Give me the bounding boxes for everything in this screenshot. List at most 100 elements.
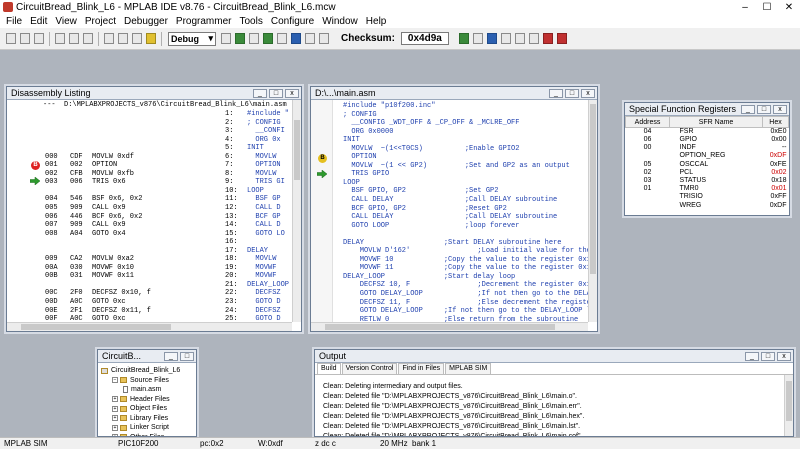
tab-version-control[interactable]: Version Control — [341, 363, 398, 374]
project-tree-item[interactable]: − Source Files — [101, 376, 194, 386]
menu-item-programmer[interactable]: Programmer — [172, 16, 236, 27]
vertical-scrollbar[interactable] — [784, 375, 793, 436]
expand-icon[interactable]: + — [112, 405, 118, 412]
source-line: OPTION — [343, 153, 377, 162]
sfr-row[interactable]: OPTION_REG 0xDF — [626, 152, 789, 160]
sfr-address: 06 — [643, 136, 652, 144]
sfr-row[interactable]: TRISIO 0xFF — [626, 193, 789, 201]
find-in-files-icon[interactable] — [132, 33, 142, 44]
sfr-row[interactable]: 04 FSR 0xE0 — [626, 128, 789, 137]
sfr-row[interactable]: 03 STATUS 0x18 — [626, 177, 789, 185]
paste-icon[interactable] — [83, 33, 93, 44]
minimize-button[interactable]: _ — [549, 88, 563, 98]
bookmark-icon[interactable]: B — [318, 154, 327, 163]
open-file-icon[interactable] — [20, 33, 30, 44]
expand-icon[interactable]: + — [112, 396, 118, 403]
expand-icon[interactable]: + — [112, 415, 118, 422]
build-all-icon[interactable] — [235, 33, 245, 44]
build-configuration-select[interactable]: Debug ▾ — [168, 31, 216, 46]
find-icon[interactable] — [118, 33, 128, 44]
column-header[interactable]: Address — [625, 116, 670, 128]
tab-find-in-files[interactable]: Find in Files — [398, 363, 445, 374]
sfr-row[interactable]: 00 INDF -- — [626, 144, 789, 152]
project-tree-item[interactable]: CircuitBread_Blink_L6 — [101, 366, 194, 376]
vertical-scrollbar[interactable] — [292, 100, 301, 322]
sfr-row[interactable]: 01 TMR0 0x01 — [626, 185, 789, 193]
menu-item-help[interactable]: Help — [362, 16, 391, 27]
chevron-down-icon: ▾ — [208, 33, 213, 43]
cut-icon[interactable] — [55, 33, 65, 44]
breakpoint-icon[interactable] — [556, 33, 567, 44]
disasm-line-number: 18: — [225, 255, 238, 264]
new-file-icon[interactable] — [6, 33, 16, 44]
project-tree-item[interactable]: main.asm — [101, 385, 194, 395]
project-tree-item[interactable]: + Header Files — [101, 395, 194, 405]
disasm-line-number: 19: — [225, 263, 238, 272]
run-icon[interactable] — [458, 33, 469, 44]
sfr-row[interactable]: 06 GPIO 0x00 — [626, 136, 789, 144]
step-over-icon[interactable] — [514, 33, 525, 44]
project-tree-item[interactable]: + Library Files — [101, 414, 194, 424]
save-icon[interactable] — [34, 33, 44, 44]
close-button[interactable]: x — [777, 351, 791, 361]
step-out-icon[interactable] — [528, 33, 539, 44]
project-tree-item[interactable]: + Other Files — [101, 433, 194, 436]
expand-icon[interactable]: + — [112, 434, 118, 436]
project-save-icon[interactable] — [249, 33, 259, 44]
tab-mplab-sim[interactable]: MPLAB SIM — [445, 363, 492, 374]
maximize-button[interactable]: □ — [757, 104, 771, 114]
dashboard-icon[interactable] — [319, 33, 329, 44]
source-code[interactable]: #include "p10f200.inc"; CONFIG __CONFIG … — [343, 102, 588, 322]
print-icon[interactable] — [104, 33, 114, 44]
halt-icon[interactable] — [472, 33, 483, 44]
expand-icon[interactable]: + — [112, 424, 118, 431]
minimize-button[interactable]: – — [734, 2, 756, 13]
settings-icon[interactable] — [305, 33, 315, 44]
minimize-button[interactable]: _ — [253, 88, 267, 98]
tab-build[interactable]: Build — [317, 363, 341, 374]
project-tree-item[interactable]: + Object Files — [101, 404, 194, 414]
column-header[interactable]: SFR Name — [669, 116, 763, 128]
horizontal-scrollbar[interactable] — [311, 322, 588, 331]
menu-item-file[interactable]: File — [2, 16, 26, 27]
close-button[interactable]: x — [285, 88, 299, 98]
menu-item-debugger[interactable]: Debugger — [120, 16, 172, 27]
maximize-button[interactable]: ☐ — [756, 2, 778, 13]
minimize-button[interactable]: _ — [741, 104, 755, 114]
sfr-row[interactable]: WREG 0xDF — [626, 202, 789, 210]
info-icon[interactable] — [291, 33, 301, 44]
maximize-button[interactable]: □ — [565, 88, 579, 98]
vertical-scrollbar[interactable] — [588, 100, 597, 322]
minimize-button[interactable]: _ — [745, 351, 759, 361]
menu-item-project[interactable]: Project — [81, 16, 120, 27]
project-tree-item[interactable]: + Linker Script — [101, 423, 194, 433]
horizontal-scrollbar[interactable] — [7, 322, 292, 331]
close-button[interactable]: x — [773, 104, 787, 114]
maximize-button[interactable]: □ — [761, 351, 775, 361]
maximize-button[interactable]: □ — [180, 351, 194, 361]
sfr-row[interactable]: 05 OSCCAL 0xFE — [626, 161, 789, 169]
disassembly-row: 00B 031 MOVWF 0x11 20: MOVWF — [7, 272, 292, 281]
project-icon[interactable] — [263, 33, 273, 44]
reset-icon[interactable] — [542, 33, 553, 44]
maximize-button[interactable]: □ — [269, 88, 283, 98]
close-button[interactable]: x — [581, 88, 595, 98]
sfr-row[interactable]: 02 PCL 0x02 — [626, 169, 789, 177]
menu-item-edit[interactable]: Edit — [26, 16, 51, 27]
close-button[interactable]: ✕ — [778, 2, 800, 13]
make-icon[interactable] — [221, 33, 231, 44]
menu-item-tools[interactable]: Tools — [235, 16, 266, 27]
menu-item-view[interactable]: View — [51, 16, 81, 27]
copy-icon[interactable] — [69, 33, 79, 44]
expand-icon[interactable]: − — [112, 377, 118, 384]
minimize-button[interactable]: _ — [164, 351, 178, 361]
workspace-icon[interactable] — [277, 33, 287, 44]
step-into-icon[interactable] — [500, 33, 511, 44]
menu-item-window[interactable]: Window — [318, 16, 362, 27]
breakpoint-icon[interactable]: B — [31, 161, 40, 170]
menu-item-configure[interactable]: Configure — [267, 16, 318, 27]
disasm-source: BCF GP — [247, 212, 281, 221]
animate-icon[interactable] — [486, 33, 497, 44]
help-icon[interactable] — [146, 33, 156, 44]
column-header[interactable]: Hex — [762, 116, 789, 128]
